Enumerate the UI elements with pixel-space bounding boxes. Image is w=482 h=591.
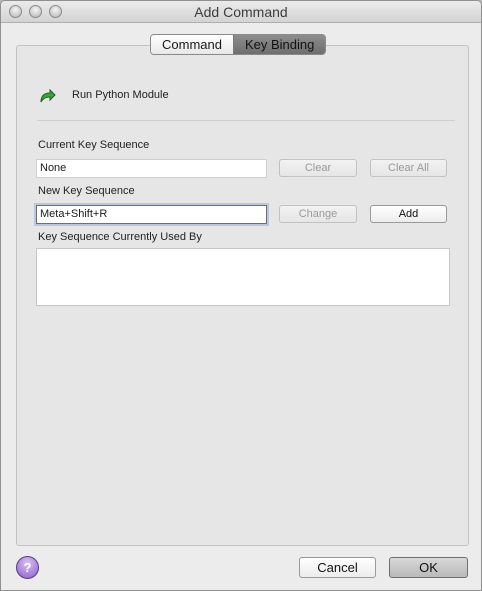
used-by-list[interactable]: [36, 248, 450, 306]
current-key-field[interactable]: None: [36, 159, 267, 178]
title-bar: Add Command: [1, 1, 481, 23]
ok-button[interactable]: OK: [389, 557, 468, 578]
tab-command[interactable]: Command: [151, 35, 233, 54]
green-arrow-icon: [38, 87, 56, 105]
add-button[interactable]: Add: [370, 205, 447, 223]
new-key-field[interactable]: Meta+Shift+R: [36, 205, 267, 224]
current-key-label: Current Key Sequence: [38, 139, 150, 151]
new-key-label: New Key Sequence: [38, 185, 135, 197]
window-title: Add Command: [194, 4, 288, 20]
clear-all-button[interactable]: Clear All: [370, 159, 447, 177]
cancel-button[interactable]: Cancel: [299, 557, 376, 578]
change-button[interactable]: Change: [279, 205, 357, 223]
tab-bar: Command Key Binding: [150, 34, 327, 55]
used-by-label: Key Sequence Currently Used By: [38, 231, 202, 243]
command-name: Run Python Module: [72, 89, 169, 101]
tab-key-binding[interactable]: Key Binding: [232, 35, 326, 54]
help-button[interactable]: ?: [16, 556, 39, 579]
add-command-dialog: Add Command Command Key Binding Run Pyth…: [0, 0, 482, 591]
divider: [37, 120, 455, 121]
clear-button[interactable]: Clear: [279, 159, 357, 177]
